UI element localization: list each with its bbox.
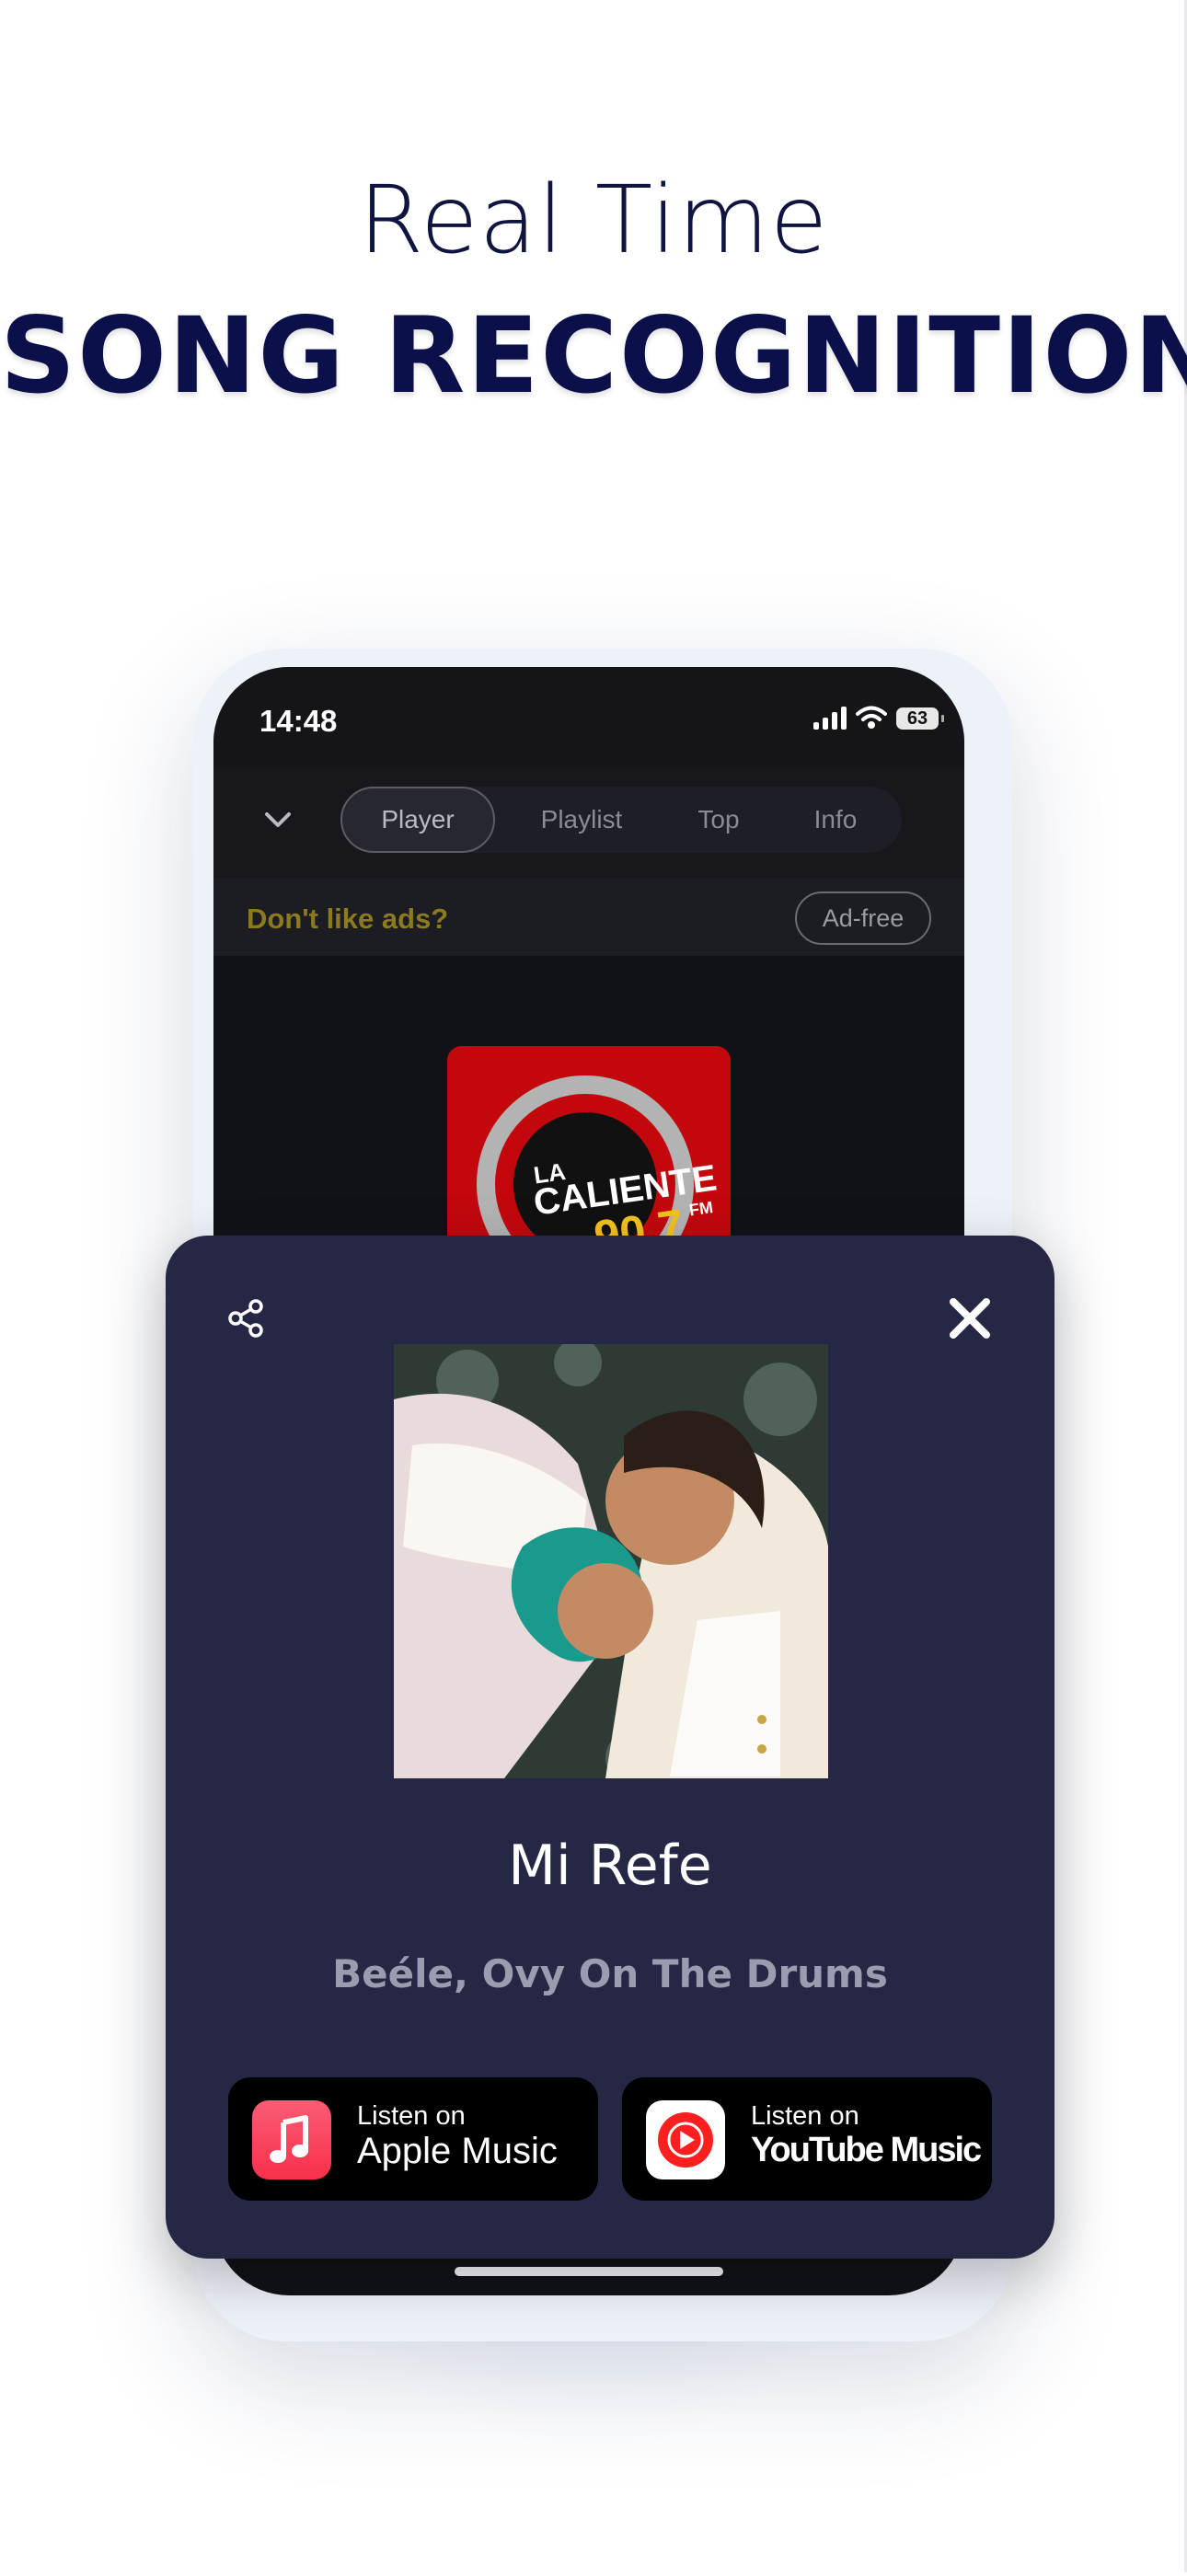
home-indicator[interactable]: [455, 2267, 723, 2276]
tab-playlist[interactable]: Playlist: [499, 787, 664, 853]
youtube-music-icon: [646, 2100, 725, 2179]
station-logo-fm: FM: [688, 1198, 715, 1219]
ad-banner: Don't like ads? Ad-free: [213, 879, 964, 956]
status-bar: 14:48 63: [213, 667, 964, 768]
ad-banner-text: Don't like ads?: [247, 903, 449, 935]
wifi-icon: [856, 706, 887, 729]
share-icon[interactable]: [226, 1298, 267, 1339]
youtube-music-label: YouTube Music: [751, 2131, 982, 2169]
headline-subtitle: Real Time: [358, 166, 829, 275]
album-cover: [394, 1344, 828, 1778]
status-time: 14:48: [259, 704, 338, 738]
tab-info[interactable]: Info: [773, 787, 898, 853]
chevron-down-icon[interactable]: [259, 801, 296, 838]
battery-icon: 63: [896, 707, 944, 730]
close-icon[interactable]: [946, 1294, 994, 1342]
youtube-music-caption: Listen on: [751, 2101, 859, 2131]
ad-free-button[interactable]: Ad-free: [795, 891, 931, 945]
signal-icon: [813, 706, 847, 730]
apple-music-label: Apple Music: [357, 2131, 558, 2171]
tab-segment-control: Player Playlist Top Info: [340, 787, 902, 853]
apple-music-button[interactable]: Listen on Apple Music: [228, 2077, 598, 2201]
song-artist: Beéle, Ovy On The Drums: [332, 1951, 888, 1996]
song-title: Mi Refe: [508, 1834, 712, 1898]
youtube-music-button[interactable]: Listen on YouTube Music: [622, 2077, 992, 2201]
tab-top[interactable]: Top: [664, 787, 773, 853]
status-icons: 63: [813, 706, 944, 730]
apple-music-caption: Listen on: [357, 2101, 466, 2131]
song-result-card: Mi Refe Beéle, Ovy On The Drums Listen o…: [166, 1236, 1054, 2259]
apple-music-icon: [252, 2100, 331, 2179]
tab-player[interactable]: Player: [340, 787, 495, 853]
player-nav: Player Playlist Top Info: [213, 768, 964, 879]
headline-title: SONG RECOGNITION: [0, 294, 1187, 417]
